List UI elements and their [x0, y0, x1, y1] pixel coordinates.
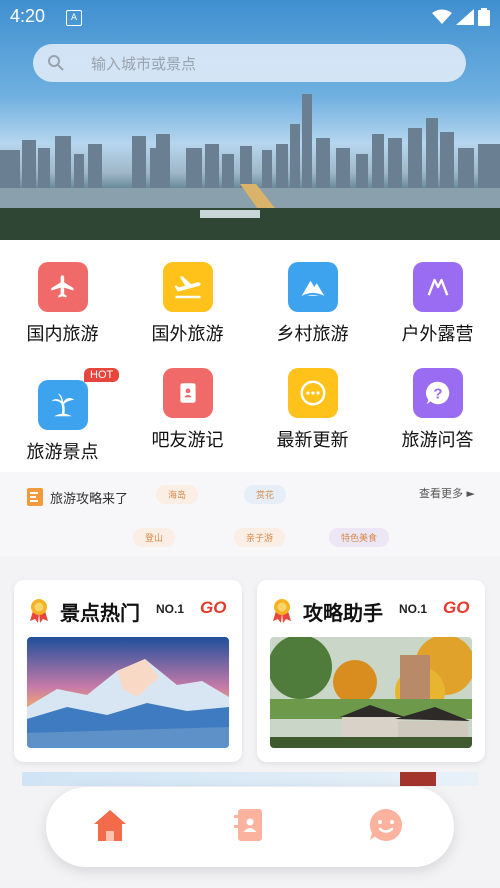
tag-hiking[interactable]: 登山 [133, 528, 176, 547]
tent-icon [412, 262, 463, 312]
category-attractions[interactable]: 旅游景点 [0, 380, 125, 464]
category-label: 国内旅游 [26, 324, 99, 345]
search-input[interactable]: 输入城市或景点 [91, 53, 196, 74]
question-icon: ? [412, 368, 463, 418]
plane-takeoff-icon [162, 262, 213, 312]
clock-text: 4:20 [10, 6, 46, 26]
category-label: 国外旅游 [151, 324, 224, 345]
notebook-icon[interactable] [230, 805, 270, 845]
tag-flowers[interactable]: 赏花 [244, 485, 287, 504]
category-domestic[interactable]: 国内旅游 [0, 262, 125, 346]
hot-badge: HOT [84, 368, 120, 382]
guide-book-icon [27, 488, 43, 506]
tag-food[interactable]: 特色美食 [329, 528, 390, 547]
medal-icon [30, 599, 48, 623]
category-label: 旅游问答 [401, 430, 474, 451]
category-label: 旅游景点 [26, 442, 99, 463]
snow-mountain-image [27, 637, 229, 748]
search-bar[interactable]: 输入城市或景点 [33, 44, 466, 82]
guide-title: 旅游攻略来了 [50, 492, 129, 507]
no1-text: NO.1 [156, 602, 185, 616]
category-abroad[interactable]: 国外旅游 [125, 262, 250, 346]
battery-icon [478, 8, 490, 26]
card-guide-assistant[interactable]: 攻略助手 NO.1 GO [257, 580, 485, 762]
category-label: 乡村旅游 [276, 324, 349, 345]
go-logo-text: GO [443, 598, 470, 617]
svg-text:?: ? [433, 386, 442, 403]
autumn-village-image [270, 637, 472, 748]
tag-family[interactable]: 亲子游 [234, 528, 286, 547]
no1-text: NO.1 [399, 602, 428, 616]
city-skyline-image [0, 94, 500, 240]
system-icons [432, 8, 490, 26]
category-rural[interactable]: 乡村旅游 [250, 262, 375, 346]
wifi-icon [432, 9, 452, 24]
next-banner-peek [22, 772, 478, 786]
medal-icon [273, 599, 291, 623]
chat-face-icon[interactable] [366, 805, 406, 845]
card-title: 景点热门 [60, 601, 140, 625]
home-icon[interactable] [90, 805, 130, 845]
category-qa[interactable]: ? 旅游问答 [375, 368, 500, 452]
category-latest[interactable]: 最新更新 [250, 368, 375, 452]
hero-banner: 4:20 A 输入城市或景点 [0, 0, 500, 240]
status-bar: 4:20 A [0, 0, 500, 34]
go-logo-text: GO [200, 598, 227, 617]
contact-book-icon [162, 368, 213, 418]
mountain-icon [287, 262, 338, 312]
palm-tree-icon [37, 380, 88, 430]
category-label: 户外露营 [401, 324, 474, 345]
category-travelogue[interactable]: 吧友游记 [125, 368, 250, 452]
card-title: 攻略助手 [303, 601, 383, 625]
tag-island[interactable]: 海岛 [156, 485, 199, 504]
category-camping[interactable]: 户外露营 [375, 262, 500, 346]
bottom-nav [46, 787, 454, 867]
airplane-icon [37, 262, 88, 312]
chat-dots-icon [287, 368, 338, 418]
search-icon [48, 55, 64, 71]
category-label: 最新更新 [276, 430, 349, 451]
signal-icon [456, 9, 474, 25]
card-hot-attractions[interactable]: 景点热门 NO.1 GO [14, 580, 242, 762]
app-notification-icon: A [66, 10, 82, 26]
see-more-link[interactable]: 查看更多 ► [419, 485, 475, 501]
category-label: 吧友游记 [151, 430, 224, 451]
